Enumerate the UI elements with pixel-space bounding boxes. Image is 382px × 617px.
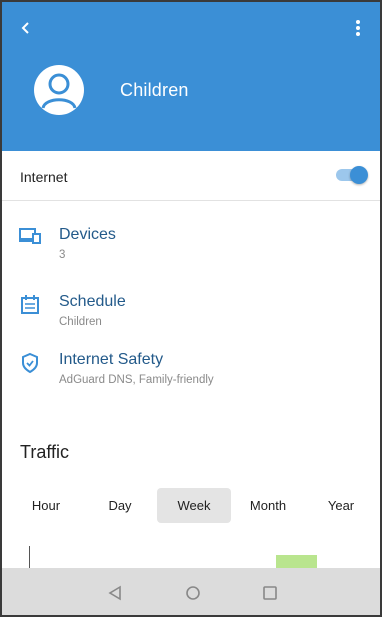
traffic-chart-bar [276,555,317,568]
shield-icon [22,352,38,374]
tab-day[interactable]: Day [83,488,157,523]
tab-hour[interactable]: Hour [9,488,83,523]
internet-label: Internet [20,169,68,185]
app-screen: Children Internet Devices 3 Schedule Chi… [0,0,382,617]
devices-icon [19,228,41,244]
tab-month[interactable]: Month [231,488,305,523]
person-icon [41,73,77,109]
system-navigation-bar [2,568,380,615]
internet-toggle-row[interactable]: Internet [2,151,380,201]
traffic-period-tabs: Hour Day Week Month Year [8,488,378,523]
tab-year[interactable]: Year [304,488,378,523]
tab-week[interactable]: Week [157,488,231,523]
more-vert-icon [356,20,360,36]
back-triangle-icon [108,585,121,601]
schedule-subtitle: Children [59,316,102,328]
nav-back-button[interactable] [104,582,126,604]
list-item-devices[interactable]: Devices 3 [2,222,380,276]
internet-safety-title: Internet Safety [59,351,164,368]
more-options-button[interactable] [346,16,370,40]
nav-home-button[interactable] [182,582,204,604]
traffic-heading: Traffic [20,442,70,462]
devices-count: 3 [59,249,66,261]
profile-name: Children [120,80,189,100]
internet-toggle[interactable] [336,166,368,184]
avatar[interactable] [34,65,84,115]
list-item-internet-safety[interactable]: Internet Safety AdGuard DNS, Family-frie… [2,347,380,401]
recents-square-icon [263,586,277,600]
profile-header: Children [2,2,380,151]
schedule-title: Schedule [59,293,126,310]
calendar-icon [21,295,39,314]
back-button[interactable] [14,16,38,40]
toggle-thumb [350,166,368,184]
chevron-left-icon [21,22,29,34]
traffic-chart-axis [29,546,30,568]
list-item-schedule[interactable]: Schedule Children [2,289,380,343]
nav-recents-button[interactable] [259,582,281,604]
devices-title: Devices [59,226,116,243]
home-circle-icon [186,586,200,600]
internet-safety-subtitle: AdGuard DNS, Family-friendly [59,374,214,386]
